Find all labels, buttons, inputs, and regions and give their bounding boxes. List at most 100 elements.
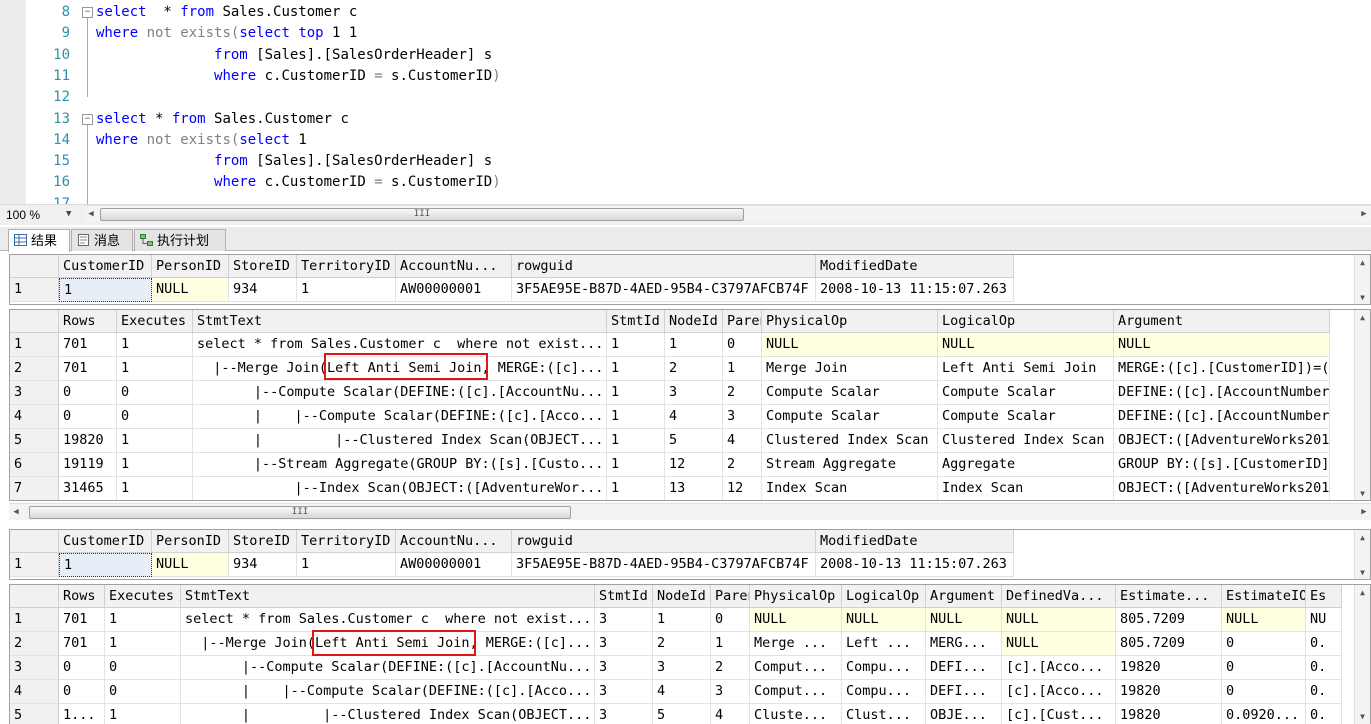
grid-cell[interactable]: DEFI... — [926, 680, 1002, 704]
scroll-thumb[interactable]: III — [100, 208, 744, 221]
grid-cell[interactable]: 934 — [229, 553, 297, 577]
column-header[interactable]: rowguid — [512, 530, 816, 553]
grid-cell[interactable]: NULL — [926, 608, 1002, 632]
grid-cell[interactable]: |--Compute Scalar(DEFINE:([c].[AccountNu… — [193, 381, 607, 405]
grid-cell[interactable]: GROUP BY:([s].[CustomerID]) — [1114, 453, 1330, 477]
grid-cell[interactable]: AW00000001 — [396, 278, 512, 302]
grid-cell[interactable]: |--Compute Scalar(DEFINE:([c].[AccountNu… — [181, 656, 595, 680]
grid-cell[interactable]: Cluste... — [750, 704, 842, 724]
scroll-up-icon[interactable]: ▲ — [1355, 310, 1370, 326]
column-header[interactable]: DefinedVa... — [1002, 585, 1116, 608]
grid-cell[interactable]: 4 — [723, 429, 762, 453]
column-header[interactable]: Executes — [105, 585, 181, 608]
grid-cell[interactable]: 0. — [1306, 656, 1342, 680]
grid-cell[interactable]: 0 — [723, 333, 762, 357]
grid-cell[interactable]: 3 — [653, 656, 711, 680]
grid-cell[interactable]: MERGE:([c].[CustomerID])=([s — [1114, 357, 1330, 381]
column-header[interactable]: PhysicalOp — [762, 310, 938, 333]
grid-cell[interactable]: 0.0920... — [1222, 704, 1306, 724]
column-header[interactable]: AccountNu... — [396, 255, 512, 278]
grid-cell[interactable]: 12 — [723, 477, 762, 500]
grid-cell[interactable]: 0 — [59, 680, 105, 704]
grid-cell[interactable]: 2 — [723, 453, 762, 477]
column-header[interactable] — [10, 310, 59, 333]
grid-cell[interactable]: NULL — [1002, 632, 1116, 656]
column-header[interactable]: StmtText — [193, 310, 607, 333]
grid-cell[interactable]: 701 — [59, 608, 105, 632]
scroll-up-icon[interactable]: ▲ — [1355, 255, 1370, 271]
row-number[interactable]: 3 — [10, 656, 59, 680]
grid-cell[interactable]: select * from Sales.Customer c where not… — [181, 608, 595, 632]
row-number[interactable]: 2 — [10, 357, 59, 381]
collapse-icon[interactable]: − — [82, 113, 93, 125]
grid-cell[interactable]: 0 — [59, 656, 105, 680]
row-number[interactable]: 1 — [10, 553, 59, 577]
row-number[interactable]: 1 — [10, 608, 59, 632]
tab-execution-plan[interactable]: 执行计划 — [134, 229, 226, 251]
grid-cell[interactable]: 3 — [595, 632, 653, 656]
grid-cell[interactable]: 0. — [1306, 704, 1342, 724]
scroll-down-icon[interactable]: ▼ — [1355, 565, 1370, 579]
grid-cell[interactable]: 19820 — [1116, 656, 1222, 680]
grid-cell[interactable]: Compu... — [842, 656, 926, 680]
grid-cell[interactable]: 805.7209 — [1116, 632, 1222, 656]
grid-cell[interactable]: Compute Scalar — [762, 381, 938, 405]
grid-cell[interactable]: AW00000001 — [396, 553, 512, 577]
vertical-scrollbar[interactable]: ▲ ▼ — [1354, 255, 1370, 304]
grid-horizontal-scrollbar[interactable]: ◀ III ▶ — [9, 503, 1371, 520]
grid-cell[interactable]: 701 — [59, 357, 117, 381]
column-header[interactable]: TerritoryID — [297, 255, 396, 278]
grid-cell[interactable]: 0. — [1306, 632, 1342, 656]
grid-cell[interactable]: 0 — [59, 381, 117, 405]
row-number[interactable]: 2 — [10, 632, 59, 656]
grid-cell[interactable]: [c].[Acco... — [1002, 656, 1116, 680]
tab-messages[interactable]: 消息 — [71, 229, 133, 251]
grid-cell[interactable]: 0 — [59, 405, 117, 429]
grid-cell[interactable]: 3F5AE95E-B87D-4AED-95B4-C3797AFCB74F — [512, 278, 816, 302]
grid-cell[interactable]: OBJE... — [926, 704, 1002, 724]
grid-cell[interactable]: Aggregate — [938, 453, 1114, 477]
column-header[interactable]: AccountNu... — [396, 530, 512, 553]
grid-cell[interactable]: NULL — [152, 553, 229, 577]
grid-cell[interactable]: 19119 — [59, 453, 117, 477]
row-number[interactable]: 5 — [10, 704, 59, 724]
column-header[interactable]: Parent — [711, 585, 750, 608]
grid-cell[interactable]: Merge ... — [750, 632, 842, 656]
grid-cell[interactable]: NULL — [1222, 608, 1306, 632]
scroll-down-icon[interactable]: ▼ — [1355, 486, 1370, 500]
grid-cell[interactable]: 0 — [1222, 632, 1306, 656]
grid-cell[interactable]: 1 — [105, 608, 181, 632]
scroll-up-icon[interactable]: ▲ — [1355, 585, 1370, 601]
grid-cell[interactable]: | |--Clustered Index Scan(OBJECT... — [193, 429, 607, 453]
grid-cell[interactable]: Compute Scalar — [938, 381, 1114, 405]
scroll-down-icon[interactable]: ▼ — [1355, 709, 1370, 724]
scroll-up-icon[interactable]: ▲ — [1355, 530, 1370, 546]
grid-cell[interactable]: NULL — [762, 333, 938, 357]
column-header[interactable]: PersonID — [152, 530, 229, 553]
grid-cell[interactable]: 19820 — [1116, 680, 1222, 704]
grid-cell[interactable]: 3 — [595, 704, 653, 724]
grid-cell[interactable]: | |--Compute Scalar(DEFINE:([c].[Acco... — [193, 405, 607, 429]
grid-cell[interactable]: 3F5AE95E-B87D-4AED-95B4-C3797AFCB74F — [512, 553, 816, 577]
grid-cell[interactable]: 1 — [117, 477, 193, 500]
column-header[interactable]: CustomerID — [59, 530, 152, 553]
grid-cell[interactable]: NULL — [842, 608, 926, 632]
grid-cell[interactable]: 3 — [723, 405, 762, 429]
column-header[interactable]: ModifiedDate — [816, 255, 1014, 278]
column-header[interactable]: LogicalOp — [938, 310, 1114, 333]
grid-cell[interactable]: 0. — [1306, 680, 1342, 704]
scroll-right-icon[interactable]: ▶ — [1357, 504, 1371, 521]
grid-cell[interactable]: 19820 — [59, 429, 117, 453]
grid-cell[interactable]: MERG... — [926, 632, 1002, 656]
grid-cell[interactable]: 1 — [297, 553, 396, 577]
vertical-scrollbar[interactable]: ▲ ▼ — [1354, 585, 1370, 724]
grid-cell[interactable]: 1... — [59, 704, 105, 724]
grid-cell[interactable]: OBJECT:([AdventureWorks2012] — [1114, 429, 1330, 453]
grid-cell[interactable]: Comput... — [750, 680, 842, 704]
grid-cell[interactable]: 19820 — [1116, 704, 1222, 724]
query-editor[interactable]: 8 select * from Sales.Customer c 9 where no… — [0, 0, 1371, 204]
grid-cell[interactable]: Clust... — [842, 704, 926, 724]
collapse-icon[interactable]: − — [82, 7, 93, 18]
column-header[interactable]: StmtId — [607, 310, 665, 333]
column-header[interactable]: Argument — [926, 585, 1002, 608]
